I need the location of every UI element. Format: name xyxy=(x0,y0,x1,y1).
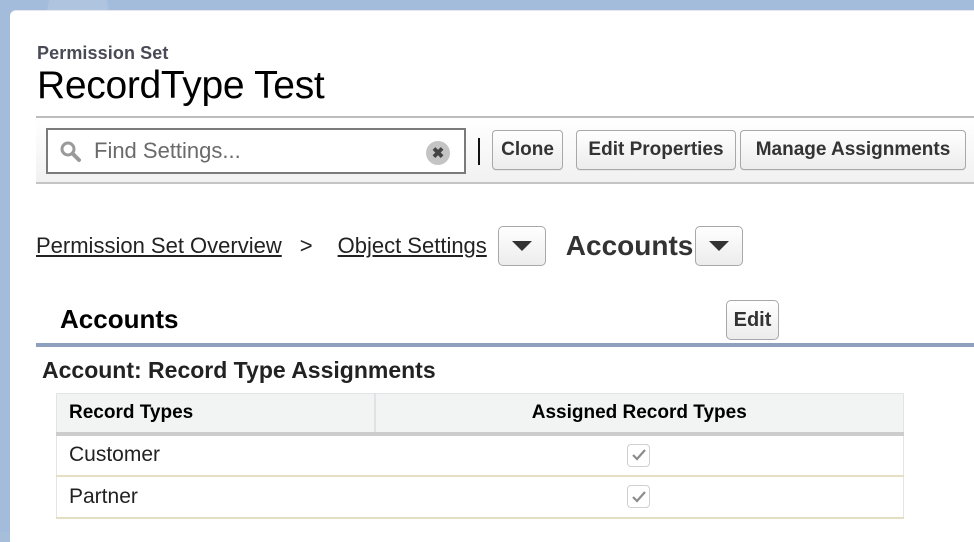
breadcrumb: Permission Set Overview > Object Setting… xyxy=(36,225,743,267)
assigned-checkbox xyxy=(627,485,650,508)
chevron-down-icon xyxy=(709,241,729,251)
clone-button[interactable]: Clone xyxy=(492,130,563,170)
main-panel: Permission Set RecordType Test ✖ Clone E… xyxy=(10,10,974,542)
table-header-row: Record Types Assigned Record Types xyxy=(57,394,904,434)
section-header: Accounts Edit xyxy=(36,291,974,347)
breadcrumb-separator: > xyxy=(300,233,313,259)
clear-search-icon[interactable]: ✖ xyxy=(426,141,450,165)
breadcrumb-object-settings[interactable]: Object Settings xyxy=(338,233,487,259)
accounts-dropdown-button[interactable] xyxy=(695,226,743,266)
object-settings-dropdown-button[interactable] xyxy=(498,226,546,266)
breadcrumb-current-accounts: Accounts xyxy=(566,230,694,262)
table-row: Customer xyxy=(57,434,904,476)
checkmark-icon xyxy=(631,448,647,462)
column-header-record-types: Record Types xyxy=(57,394,375,434)
record-type-table: Record Types Assigned Record Types Custo… xyxy=(56,393,904,519)
column-header-assigned-record-types: Assigned Record Types xyxy=(375,394,904,434)
manage-assignments-button[interactable]: Manage Assignments xyxy=(740,130,966,170)
toolbar-divider xyxy=(478,138,480,165)
edit-properties-button[interactable]: Edit Properties xyxy=(576,130,736,170)
checkmark-icon xyxy=(631,490,647,504)
edit-button[interactable]: Edit xyxy=(726,300,779,340)
record-type-name: Partner xyxy=(57,476,375,518)
record-type-name: Customer xyxy=(57,434,375,476)
search-icon xyxy=(59,140,83,164)
assigned-cell xyxy=(375,434,904,476)
search-box: ✖ xyxy=(46,128,466,174)
find-settings-input[interactable] xyxy=(94,136,414,166)
assigned-cell xyxy=(375,476,904,518)
table-row: Partner xyxy=(57,476,904,518)
breadcrumb-permission-set-overview[interactable]: Permission Set Overview xyxy=(36,233,282,259)
record-type-assignments-title: Account: Record Type Assignments xyxy=(42,357,436,384)
toolbar: ✖ Clone Edit Properties Manage Assignmen… xyxy=(36,116,974,184)
assigned-checkbox xyxy=(627,444,650,467)
chevron-down-icon xyxy=(512,241,532,251)
section-title: Accounts xyxy=(60,304,178,335)
page-header: Permission Set RecordType Test xyxy=(37,43,324,106)
entity-type-label: Permission Set xyxy=(37,43,324,64)
page-title: RecordType Test xyxy=(37,66,324,106)
